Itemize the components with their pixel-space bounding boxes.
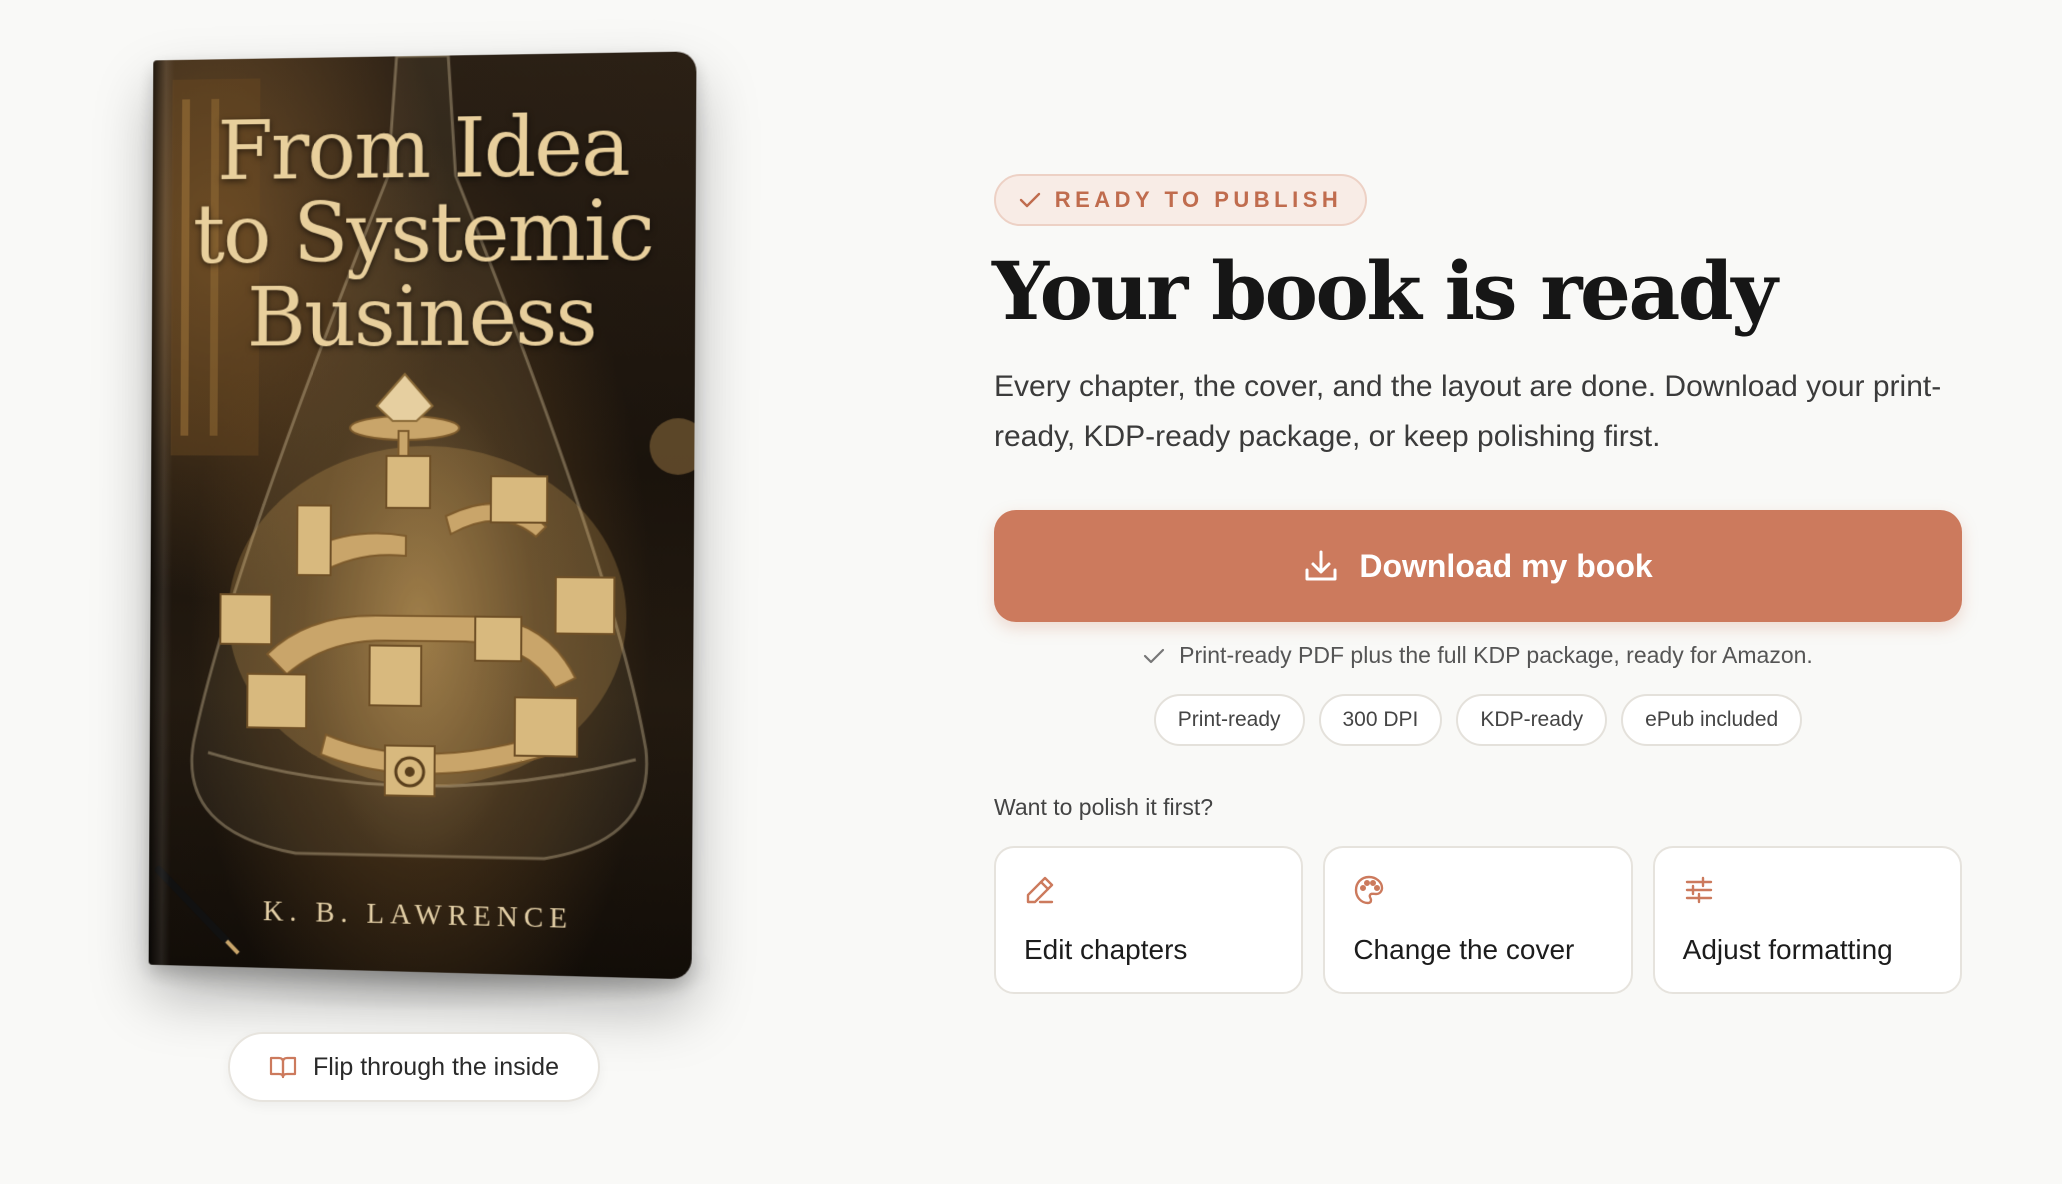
status-badge: READY TO PUBLISH xyxy=(994,174,1367,226)
book-cover: From Idea to Systemic Business K. B. LAW… xyxy=(148,51,697,980)
adjust-formatting-label: Adjust formatting xyxy=(1682,934,1893,965)
flip-through-button[interactable]: Flip through the inside xyxy=(228,1032,600,1102)
status-badge-label: READY TO PUBLISH xyxy=(1054,187,1343,212)
page-title: Your book is ready xyxy=(992,244,1778,338)
polish-options: Edit chapters Change the cover Adjust fo… xyxy=(994,846,1962,994)
feature-chip: Print-ready xyxy=(1153,694,1305,746)
pencil-icon xyxy=(1024,874,1273,906)
feature-chip: ePub included xyxy=(1621,694,1803,746)
feature-chips: Print-ready 300 DPI KDP-ready ePub inclu… xyxy=(994,694,1962,746)
download-icon xyxy=(1303,548,1339,584)
book-title: From Idea to Systemic Business xyxy=(152,98,696,366)
download-note-text: Print-ready PDF plus the full KDP packag… xyxy=(1179,642,1813,668)
book-title-line: to Systemic xyxy=(192,183,654,283)
polish-section-label: Want to polish it first? xyxy=(994,794,1214,820)
palette-icon xyxy=(1353,874,1602,906)
book-cover-image: From Idea to Systemic Business K. B. LAW… xyxy=(148,51,697,980)
download-note: Print-ready PDF plus the full KDP packag… xyxy=(994,642,1962,669)
check-icon xyxy=(1019,191,1041,209)
edit-chapters-label: Edit chapters xyxy=(1024,934,1188,965)
book-title-line: Business xyxy=(246,268,597,366)
open-book-icon xyxy=(269,1055,297,1079)
flip-through-label: Flip through the inside xyxy=(313,1052,559,1081)
page-description: Every chapter, the cover, and the layout… xyxy=(994,370,1942,453)
change-cover-card[interactable]: Change the cover xyxy=(1323,846,1633,994)
feature-chip: 300 DPI xyxy=(1318,694,1443,746)
adjust-formatting-card[interactable]: Adjust formatting xyxy=(1652,846,1962,994)
change-cover-label: Change the cover xyxy=(1353,934,1575,965)
sliders-icon xyxy=(1683,874,1932,906)
check-icon xyxy=(1143,647,1165,665)
edit-chapters-card[interactable]: Edit chapters xyxy=(994,846,1304,994)
book-title-line: From Idea xyxy=(216,98,629,199)
download-book-button[interactable]: Download my book xyxy=(994,510,1962,622)
download-book-label: Download my book xyxy=(1359,547,1653,584)
feature-chip: KDP-ready xyxy=(1456,694,1608,746)
